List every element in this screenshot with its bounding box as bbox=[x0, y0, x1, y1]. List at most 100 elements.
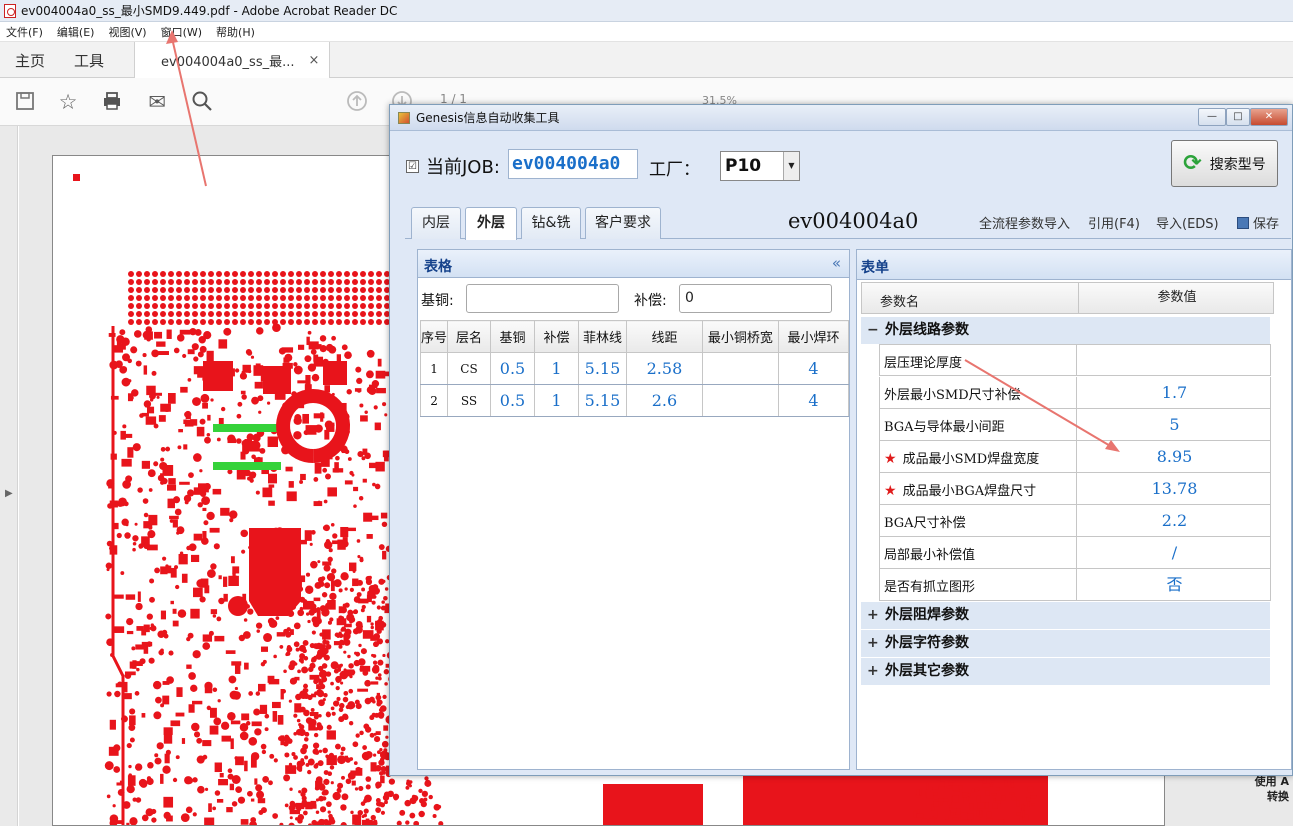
cell[interactable]: 1 bbox=[533, 384, 579, 417]
col-header[interactable]: 序号 bbox=[419, 320, 449, 353]
tab-drill-mill[interactable]: 钻&铣 bbox=[521, 207, 581, 239]
email-icon[interactable]: ✉ bbox=[145, 90, 169, 114]
param-name: BGA与导体最小间距 bbox=[884, 420, 1005, 435]
search-model-label: 搜索型号 bbox=[1209, 156, 1266, 173]
param-value[interactable]: 13.78 bbox=[1076, 473, 1272, 504]
expand-icon[interactable]: + bbox=[867, 658, 879, 685]
cell[interactable]: 0.5 bbox=[490, 384, 535, 417]
col-header[interactable]: 菲林线 bbox=[577, 320, 627, 353]
close-tab-icon[interactable]: × bbox=[309, 53, 320, 68]
base-copper-label: 基铜: bbox=[421, 293, 454, 309]
quote-link[interactable]: 引用(F4) bbox=[1088, 213, 1140, 232]
compensation-input[interactable]: 0 bbox=[679, 284, 832, 313]
param-value[interactable]: 1.7 bbox=[1076, 377, 1272, 408]
maximize-button[interactable]: □ bbox=[1226, 108, 1250, 126]
dropdown-arrow-icon[interactable]: ▼ bbox=[783, 152, 799, 180]
group-outer-circuit[interactable]: − 外层线路参数 bbox=[861, 317, 1270, 344]
cell[interactable]: 4 bbox=[777, 352, 850, 385]
required-star-icon: ★ bbox=[884, 483, 897, 499]
print-icon[interactable] bbox=[100, 90, 124, 114]
param-name-header: 参数名 bbox=[880, 295, 920, 310]
minimize-button[interactable]: — bbox=[1198, 108, 1226, 126]
param-row[interactable]: ★ 成品最小SMD焊盘宽度 8.95 bbox=[879, 441, 1271, 473]
group-outer-solder-mask[interactable]: + 外层阻焊参数 bbox=[861, 602, 1270, 629]
base-copper-input[interactable] bbox=[466, 284, 619, 313]
tab-customer-requirements[interactable]: 客户要求 bbox=[585, 207, 661, 239]
cell[interactable]: 5.15 bbox=[577, 352, 627, 385]
menu-file[interactable]: 文件(F) bbox=[6, 24, 43, 40]
param-row[interactable]: ★ 成品最小BGA焊盘尺寸 13.78 bbox=[879, 473, 1271, 505]
zoom-search-icon[interactable] bbox=[190, 90, 214, 114]
group-outer-other[interactable]: + 外层其它参数 bbox=[861, 658, 1270, 685]
import-eds-link[interactable]: 导入(EDS) bbox=[1156, 213, 1219, 232]
expand-icon[interactable]: + bbox=[867, 602, 879, 629]
param-row[interactable]: 外层最小SMD尺寸补偿 1.7 bbox=[879, 377, 1271, 409]
menu-window[interactable]: 窗口(W) bbox=[161, 24, 202, 40]
col-header[interactable]: 线距 bbox=[625, 320, 703, 353]
collapse-panel-icon[interactable]: « bbox=[832, 254, 841, 272]
cell[interactable]: 0.5 bbox=[490, 352, 535, 385]
param-row[interactable]: 是否有抓立图形 否 bbox=[879, 569, 1271, 601]
tab-inner-layer[interactable]: 内层 bbox=[411, 207, 461, 239]
previous-page-icon[interactable] bbox=[345, 90, 369, 114]
collapse-icon[interactable]: − bbox=[867, 317, 879, 344]
factory-label: 工厂： bbox=[649, 160, 700, 180]
param-row[interactable]: 局部最小补偿值 / bbox=[879, 537, 1271, 569]
param-value[interactable] bbox=[1076, 345, 1272, 376]
param-row[interactable]: 层压理论厚度 bbox=[879, 344, 1271, 376]
expand-icon[interactable]: + bbox=[867, 630, 879, 657]
table-row[interactable]: 1 CS 0.5 1 5.15 2.58 4 bbox=[419, 352, 850, 385]
param-value[interactable]: 否 bbox=[1076, 569, 1272, 600]
param-name: 成品最小BGA焊盘尺寸 bbox=[902, 484, 1037, 499]
full-flow-import-link[interactable]: 全流程参数导入 bbox=[979, 213, 1070, 232]
col-header[interactable]: 最小铜桥宽 bbox=[701, 320, 779, 353]
cell[interactable] bbox=[701, 352, 779, 385]
tab-home[interactable]: 主页 bbox=[15, 42, 45, 78]
save-icon[interactable] bbox=[13, 90, 37, 114]
cell[interactable]: 4 bbox=[777, 384, 850, 417]
job-checkbox[interactable]: ☑ bbox=[406, 160, 419, 173]
cell[interactable]: 1 bbox=[419, 352, 449, 385]
job-heading: ev004004a0 bbox=[788, 209, 919, 233]
close-button[interactable]: ✕ bbox=[1250, 108, 1288, 126]
window-title: ev004004a0_ss_最小SMD9.449.pdf - Adobe Acr… bbox=[21, 4, 398, 18]
save-link[interactable]: 保存 bbox=[1237, 213, 1279, 232]
app-icon bbox=[398, 111, 410, 124]
param-value[interactable]: 2.2 bbox=[1076, 505, 1272, 536]
param-value[interactable]: 8.95 bbox=[1076, 441, 1272, 472]
menu-view[interactable]: 视图(V) bbox=[108, 24, 146, 40]
dialog-title-bar[interactable]: Genesis信息自动收集工具 — □ ✕ bbox=[390, 105, 1292, 131]
group-outer-silkscreen[interactable]: + 外层字符参数 bbox=[861, 630, 1270, 657]
col-header[interactable]: 最小焊环 bbox=[777, 320, 850, 353]
cell[interactable] bbox=[701, 384, 779, 417]
cell[interactable]: CS bbox=[447, 352, 491, 385]
param-value[interactable]: / bbox=[1076, 537, 1272, 568]
tab-document[interactable]: ev004004a0_ss_最... × bbox=[134, 42, 331, 78]
param-row[interactable]: BGA与导体最小间距 5 bbox=[879, 409, 1271, 441]
menu-edit[interactable]: 编辑(E) bbox=[57, 24, 95, 40]
layer-table: 序号 层名 基铜 补偿 菲林线 线距 最小铜桥宽 最小焊环 1 CS 0.5 1… bbox=[419, 320, 850, 417]
cell[interactable]: 2.58 bbox=[625, 352, 703, 385]
job-input[interactable]: ev004004a0 bbox=[508, 149, 638, 179]
pdf-file-icon bbox=[4, 3, 16, 18]
cell[interactable]: 5.15 bbox=[577, 384, 627, 417]
col-header[interactable]: 基铜 bbox=[490, 320, 535, 353]
tab-document-label: ev004004a0_ss_最... bbox=[161, 54, 295, 70]
cell[interactable]: 1 bbox=[533, 352, 579, 385]
menu-help[interactable]: 帮助(H) bbox=[216, 24, 255, 40]
bookmark-star-icon[interactable]: ☆ bbox=[56, 90, 80, 114]
table-row[interactable]: 2 SS 0.5 1 5.15 2.6 4 bbox=[419, 384, 850, 417]
cell[interactable]: SS bbox=[447, 384, 491, 417]
dialog-title: Genesis信息自动收集工具 bbox=[416, 111, 560, 125]
tab-outer-layer[interactable]: 外层 bbox=[465, 207, 517, 240]
tab-tools[interactable]: 工具 bbox=[74, 42, 104, 78]
col-header[interactable]: 补偿 bbox=[533, 320, 579, 353]
param-row[interactable]: BGA尺寸补偿 2.2 bbox=[879, 505, 1271, 537]
factory-select[interactable]: P10 ▼ bbox=[720, 151, 800, 181]
col-header[interactable]: 层名 bbox=[447, 320, 491, 353]
cell[interactable]: 2 bbox=[419, 384, 449, 417]
param-value[interactable]: 5 bbox=[1076, 409, 1272, 440]
expand-pane-icon[interactable]: ▶ bbox=[5, 488, 13, 499]
search-model-button[interactable]: ⟳ 搜索型号 bbox=[1171, 140, 1278, 187]
cell[interactable]: 2.6 bbox=[625, 384, 703, 417]
